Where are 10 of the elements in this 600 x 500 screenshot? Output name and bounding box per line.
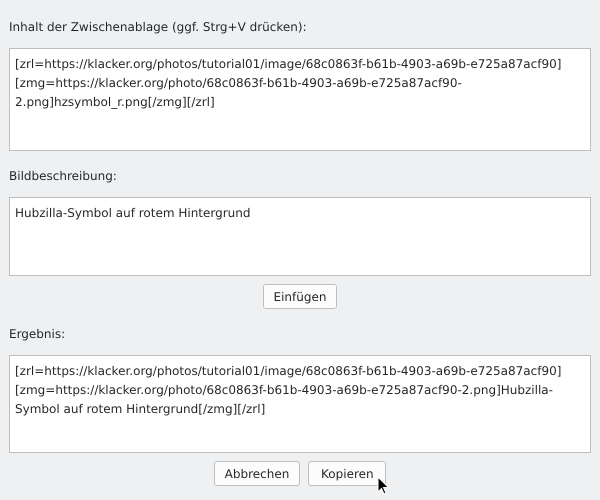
mouse-pointer-icon <box>377 476 391 496</box>
text-field[interactable]: [zrl=https://klacker.org/photos/tutorial01/image/68c0863f-b61b-4903-a69b-e725a87acf90][zmg=https://klacker.org/photo/68c0863f-b61b-4903-a69b-e725a87acf90-2.png]hzsymbol_r.png[/zmg][/zrl] <box>9 48 591 151</box>
push-button[interactable]: Abbrechen <box>214 461 300 486</box>
text-field[interactable]: [zrl=https://klacker.org/photos/tutorial01/image/68c0863f-b61b-4903-a69b-e725a87acf90][zmg=https://klacker.org/photo/68c0863f-b61b-4903-a69b-e725a87acf90-2.png]Hubzilla-Symbol auf rotem Hintergrund[/zmg][/zrl] <box>9 355 591 453</box>
push-button[interactable]: Kopieren <box>308 461 386 486</box>
field-label: Bildbeschreibung: <box>9 168 118 184</box>
field-label: Inhalt der Zwischenablage (ggf. Strg+V drücken): <box>9 19 308 35</box>
field-label: Ergebnis: <box>9 326 66 342</box>
text-field[interactable]: Hubzilla-Symbol auf rotem Hintergrund <box>9 197 591 276</box>
push-button[interactable]: Einfügen <box>262 284 338 309</box>
